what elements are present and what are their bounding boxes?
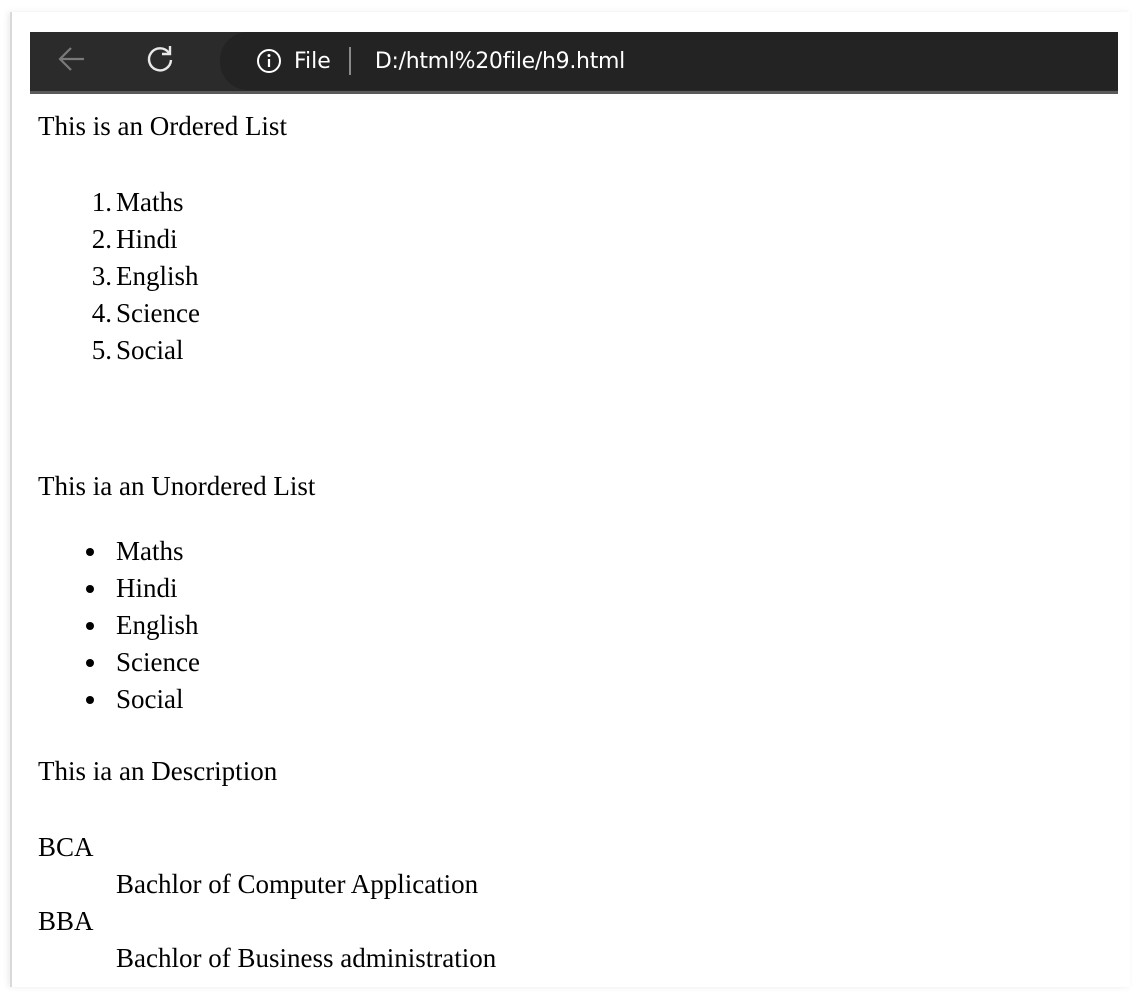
list-number: 4. [91,298,112,328]
description-term: BCA [38,832,94,862]
description-detail: Bachlor of Business administration [116,943,497,973]
arrow-left-icon [57,46,87,77]
ordered-list-heading: This is an Ordered List [38,111,287,141]
bullet-icon [86,696,94,704]
page-content: This is an Ordered List 1. Maths 2. Hind… [38,108,496,1004]
list-number: 3. [91,261,112,291]
unordered-list-item: Hindi [38,570,496,607]
ordered-list-item: 4. Science [38,295,496,332]
list-item-label: Social [116,684,184,714]
list-item-label: English [116,610,199,640]
info-icon[interactable] [256,48,282,74]
unordered-list-heading: This ia an Unordered List [38,471,316,501]
list-item-label: Hindi [116,573,178,603]
address-divider [348,47,351,75]
list-item-label: English [116,261,199,291]
list-number: 2. [91,224,112,254]
bullet-icon [86,659,94,667]
description-list: BCA Bachlor of Computer Application BBA … [38,829,496,977]
list-item-label: Maths [116,536,184,566]
description-term: BBA [38,906,94,936]
unordered-list-item: English [38,607,496,644]
back-button[interactable] [42,32,102,90]
ordered-list-item: 3. English [38,258,496,295]
unordered-list-item: Maths [38,533,496,570]
list-item-label: Science [116,647,200,677]
url-text[interactable]: D:/html%20file/h9.html [375,49,625,74]
list-item-label: Social [116,335,184,365]
unordered-list-item: Social [38,681,496,718]
description-list-heading: This ia an Description [38,756,278,786]
refresh-button[interactable] [130,32,190,90]
ordered-list-item: 5. Social [38,332,496,369]
ordered-list-item: 2. Hindi [38,221,496,258]
list-item-label: Hindi [116,224,178,254]
list-item-label: Science [116,298,200,328]
description-detail: Bachlor of Computer Application [116,869,479,899]
ordered-list: 1. Maths 2. Hindi 3. English 4. Science … [38,184,496,369]
browser-toolbar: File D:/html%20file/h9.html [30,32,1118,94]
bullet-icon [86,585,94,593]
address-bar[interactable]: File D:/html%20file/h9.html [220,32,1118,90]
bullet-icon [86,548,94,556]
list-number: 1. [91,187,112,217]
refresh-icon [145,44,175,79]
list-number: 5. [91,335,112,365]
unordered-list: Maths Hindi English Science Social [38,533,496,718]
list-item-label: Maths [116,187,184,217]
ordered-list-item: 1. Maths [38,184,496,221]
unordered-list-item: Science [38,644,496,681]
address-prefix: File [294,48,331,74]
bullet-icon [86,622,94,630]
